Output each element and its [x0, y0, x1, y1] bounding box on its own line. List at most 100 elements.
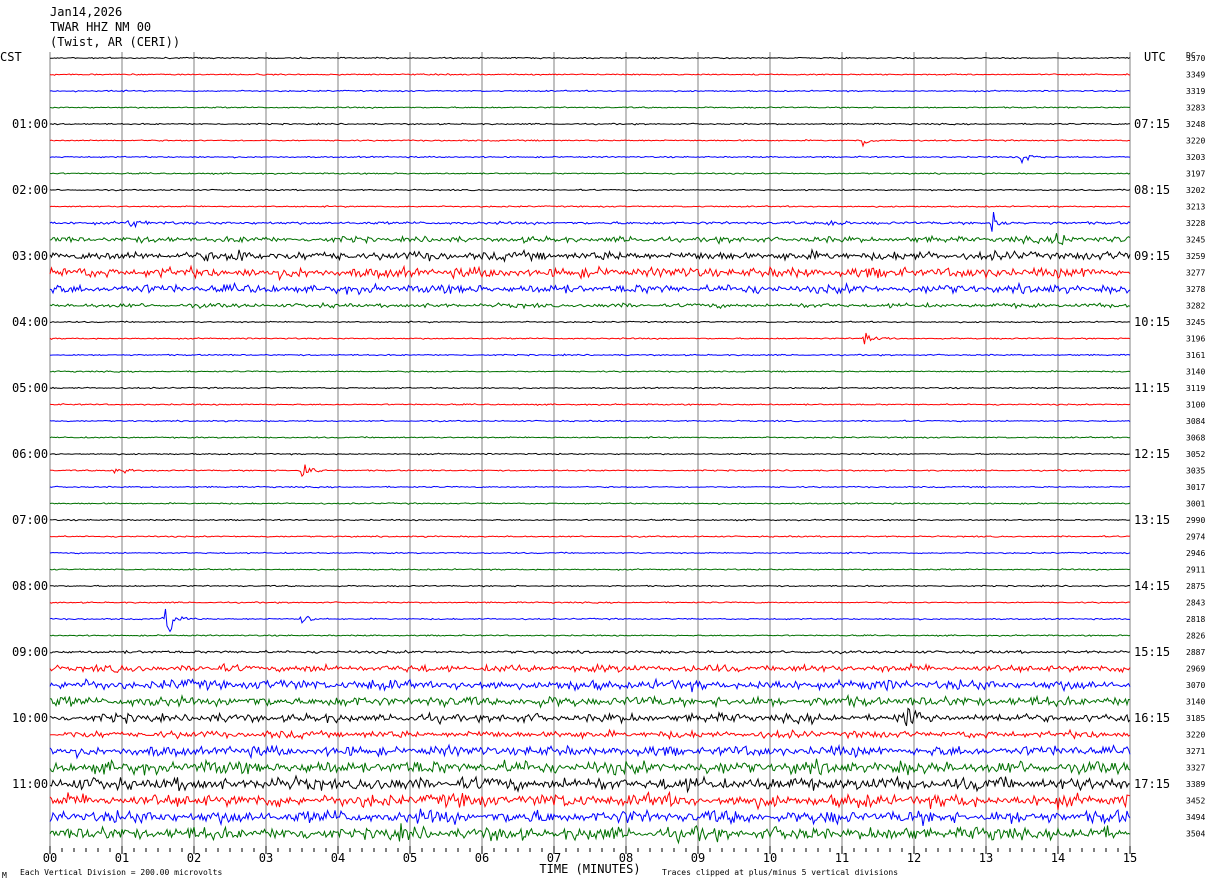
trace-row	[49, 436, 1131, 439]
trace-row	[49, 568, 1131, 572]
dc-offset-label: 2826	[1186, 632, 1205, 641]
trace-row	[49, 551, 1131, 555]
trace-row	[49, 89, 1131, 93]
trace-row	[49, 139, 1131, 148]
trace-row	[49, 808, 1131, 827]
left-zone-label: CST	[0, 50, 22, 64]
dc-offset-label: 3100	[1186, 401, 1205, 410]
trace-row	[49, 728, 1131, 741]
header-station: TWAR HHZ NM 00	[50, 20, 151, 34]
trace-row	[49, 662, 1131, 674]
trace-row	[49, 212, 1131, 232]
trace-row	[49, 301, 1131, 310]
utc-time-label: 14:15	[1134, 579, 1170, 593]
seismic-traces	[49, 56, 1131, 845]
utc-time-label: 07:15	[1134, 117, 1170, 131]
x-tick-label: 06	[475, 851, 489, 865]
dc-offset-label: 3185	[1186, 714, 1205, 723]
dc-offset-label: 2974	[1186, 533, 1205, 542]
dc-offset-label: 3259	[1186, 252, 1205, 261]
dc-offset-label: 3349	[1186, 71, 1205, 80]
dc-offset-label: 3277	[1186, 269, 1205, 278]
dc-offset-label: 2887	[1186, 648, 1205, 657]
trace-row	[49, 584, 1131, 588]
trace-row	[49, 452, 1131, 456]
trace-row	[49, 502, 1131, 505]
x-tick-label: 10	[763, 851, 777, 865]
dc-offset-label: 3278	[1186, 285, 1205, 294]
dc-offset-label: 3389	[1186, 780, 1205, 789]
x-tick-label: 01	[115, 851, 129, 865]
dc-offset-label: 3504	[1186, 830, 1205, 839]
trace-row	[49, 758, 1131, 777]
dc-offset-label: 3068	[1186, 434, 1205, 443]
trace-row	[49, 693, 1131, 709]
dc-offset-label: 3017	[1186, 483, 1205, 492]
trace-row	[49, 188, 1131, 192]
trace-row	[49, 73, 1131, 76]
trace-row	[49, 320, 1131, 324]
trace-row	[50, 370, 1131, 373]
trace-row	[49, 332, 1131, 345]
cst-time-labels: 01:00 02:00 03:00 04:00 05:00 06:00 07:00 08:00…	[12, 117, 48, 791]
x-axis-label: TIME (MINUTES)	[539, 862, 640, 876]
x-tick-label: 15	[1123, 851, 1137, 865]
dc-offset-label: 3228	[1186, 219, 1205, 228]
dc-offset-label: 3140	[1186, 698, 1205, 707]
dc-offset-label: 2843	[1186, 599, 1205, 608]
x-tick-label: 13	[979, 851, 993, 865]
dc-offset-label: 3203	[1186, 153, 1205, 162]
utc-time-label: 08:15	[1134, 183, 1170, 197]
trace-row	[49, 634, 1131, 638]
dc-offset-label: 2911	[1186, 566, 1205, 575]
utc-time-label: 16:15	[1134, 711, 1170, 725]
utc-time-labels: 07:15 08:15 09:15 10:15 11:15 12:15 13:15 14:15…	[1134, 117, 1170, 791]
utc-time-label: 12:15	[1134, 447, 1170, 461]
cst-time-label: 10:00	[12, 711, 48, 725]
utc-time-label: 13:15	[1134, 513, 1170, 527]
cst-time-label: 03:00	[12, 249, 48, 263]
trace-row	[49, 485, 1131, 489]
trace-row	[49, 247, 1131, 263]
trace-row	[49, 419, 1131, 423]
dc-offset-label: 3161	[1186, 351, 1205, 360]
cst-time-label: 02:00	[12, 183, 48, 197]
trace-row	[49, 518, 1131, 522]
dc-offset-label: 2875	[1186, 582, 1205, 591]
scale-note: Each Vertical Division = 200.00 microvol…	[20, 868, 222, 877]
trace-row	[49, 677, 1131, 693]
corner-mark: M	[2, 871, 7, 880]
trace-row	[49, 281, 1131, 296]
cst-time-label: 01:00	[12, 117, 48, 131]
cst-time-label: 06:00	[12, 447, 48, 461]
dc-offset-label: 3070	[1186, 681, 1205, 690]
utc-time-label: 17:15	[1134, 777, 1170, 791]
dc-offset-label: 2818	[1186, 615, 1205, 624]
dc-column-label: DC	[1186, 51, 1196, 60]
dc-offset-label: 3084	[1186, 417, 1205, 426]
dc-offset-label: 3140	[1186, 368, 1205, 377]
dc-offset-label: 3052	[1186, 450, 1205, 459]
trace-row	[49, 386, 1131, 390]
dc-offset-labels: 3370334933193283324832203203319732023213…	[1186, 54, 1205, 839]
trace-row	[49, 122, 1130, 126]
dc-offset-label: 3248	[1186, 120, 1205, 129]
trace-row	[49, 403, 1131, 407]
dc-offset-label: 3220	[1186, 731, 1205, 740]
trace-row	[49, 608, 1131, 633]
x-tick-label: 09	[691, 851, 705, 865]
dc-offset-label: 3245	[1186, 236, 1205, 245]
dc-offset-label: 3035	[1186, 467, 1205, 476]
utc-time-label: 10:15	[1134, 315, 1170, 329]
trace-row	[49, 233, 1131, 246]
dc-offset-label: 3196	[1186, 335, 1205, 344]
cst-time-label: 05:00	[12, 381, 48, 395]
utc-time-label: 11:15	[1134, 381, 1170, 395]
cst-time-label: 11:00	[12, 777, 48, 791]
x-tick-label: 03	[259, 851, 273, 865]
trace-row	[49, 172, 1131, 176]
trace-row	[49, 205, 1131, 209]
dc-offset-label: 3119	[1186, 384, 1205, 393]
x-tick-label: 05	[403, 851, 417, 865]
helicorder-chart: 01:00 02:00 03:00 04:00 05:00 06:00 07:00 08:00…	[0, 5, 1205, 880]
